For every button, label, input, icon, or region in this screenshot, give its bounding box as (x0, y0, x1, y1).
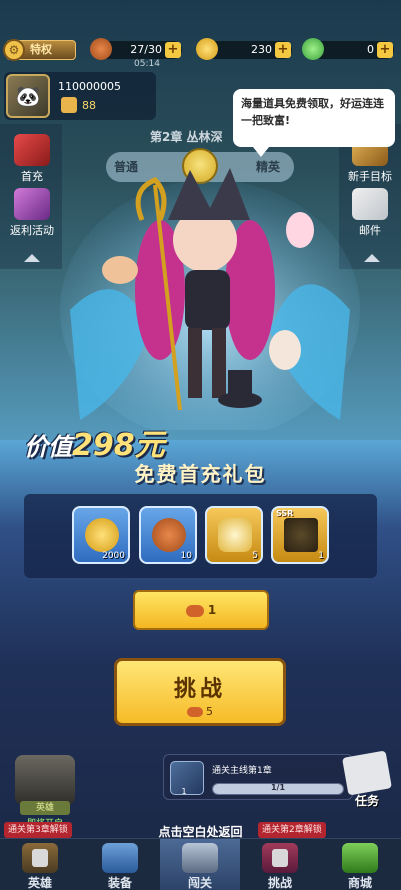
gift-box-icon (14, 134, 50, 166)
gem-counter: 0 + (302, 38, 394, 60)
hero-tag: 英雄 (20, 801, 70, 815)
reward-count: 2000 (102, 551, 125, 561)
jester-girl-illustration (60, 168, 360, 430)
side-item-label: 首充 (21, 170, 43, 183)
gem-icon (302, 38, 324, 60)
value-prefix: 价值 (24, 433, 72, 461)
add-gem-button[interactable]: + (377, 42, 393, 58)
hero-entry[interactable]: 英雄 即将开启 (6, 755, 84, 829)
task-button[interactable]: 任务 (338, 750, 396, 810)
bottom-nav: 英雄 装备 闯关 挑战 商城 (0, 838, 401, 890)
nav-equipment[interactable]: 装备 (80, 839, 160, 890)
coin-value: 230 (251, 43, 272, 56)
horned-helmet-icon (15, 755, 75, 805)
lock-icon (32, 849, 48, 867)
helmet-icon (218, 518, 252, 552)
gear-icon: ⚙ (3, 39, 25, 61)
vip-button[interactable]: ⚙ 特权 (3, 39, 76, 61)
top-bar: ⚙ 特权 27/30 + 230 + 0 + (0, 38, 401, 62)
nav-stage[interactable]: 闯关 (160, 839, 240, 890)
player-power: 88 (82, 99, 96, 112)
nav-label: 闯关 (187, 876, 212, 890)
vip-label: 特权 (30, 43, 52, 56)
main-quest-card[interactable]: 1 通关主线第1章 1/1 (163, 754, 353, 800)
power-icon (61, 97, 77, 113)
reward-count: 10 (180, 551, 192, 561)
side-item-first-recharge[interactable]: 首充 (2, 134, 62, 184)
claim-button[interactable]: 1 (133, 590, 269, 630)
stamina-value: 27/30 (130, 43, 162, 56)
nav-shop[interactable]: 商城 (320, 839, 400, 890)
collapse-left-icon[interactable] (24, 254, 40, 262)
stamina-counter: 27/30 + (90, 38, 182, 60)
nav-label: 装备 (107, 876, 132, 890)
claim-cost: 1 (207, 603, 217, 617)
ssr-card-icon (284, 518, 318, 552)
nav-hero[interactable]: 英雄 (0, 839, 80, 890)
side-item-label: 返利活动 (10, 224, 54, 237)
chapter-title: 第2章 丛林深 (150, 130, 223, 144)
coin-icon (85, 518, 119, 552)
meat-icon (152, 518, 186, 552)
gem-value: 0 (367, 43, 374, 56)
nav-label: 商城 (347, 876, 372, 890)
collapse-right-icon[interactable] (364, 254, 380, 262)
reward-panel: 2000 10 5 SSR 1 (24, 494, 377, 578)
reward-item-meat[interactable]: 10 (139, 506, 197, 564)
reward-item-helmet[interactable]: 5 (205, 506, 263, 564)
quest-status: 1 (181, 787, 187, 796)
side-item-label: 邮件 (359, 224, 381, 237)
lock-icon (272, 849, 288, 867)
add-coin-button[interactable]: + (275, 42, 291, 58)
quest-progress-bar: 1/1 (212, 783, 344, 795)
side-item-rebate[interactable]: 返利活动 (2, 188, 62, 238)
meat-icon (90, 38, 112, 60)
challenge-button[interactable]: 挑战 5 (114, 658, 286, 726)
player-id: 110000005 (58, 80, 121, 93)
treasure-chest-icon (14, 188, 50, 220)
reward-item-coin[interactable]: 2000 (72, 506, 130, 564)
challenge-label: 挑战 (173, 677, 226, 702)
coin-icon (196, 38, 218, 60)
coin-counter: 230 + (196, 38, 292, 60)
challenge-cost-value: 5 (206, 705, 213, 718)
challenge-cost: 5 (117, 705, 283, 718)
add-stamina-button[interactable]: + (165, 42, 181, 58)
meat-icon (185, 604, 204, 617)
reward-item-ssr-card[interactable]: SSR 1 (271, 506, 329, 564)
offer-title: 免费首充礼包 (134, 462, 267, 486)
crossed-swords-icon (182, 843, 218, 873)
nav-label: 挑战 (267, 876, 292, 890)
avatar[interactable]: 🐼 (6, 74, 50, 118)
shop-icon (342, 843, 378, 873)
quest-title: 通关主线第1章 (212, 766, 272, 776)
nav-challenge[interactable]: 挑战 (240, 839, 320, 890)
stamina-timer: 05:14 (134, 59, 160, 69)
task-scroll-icon (342, 750, 392, 796)
reward-count: 1 (318, 551, 324, 561)
reward-count: 5 (252, 551, 258, 561)
shield-icon (102, 843, 138, 873)
meat-icon (187, 707, 203, 717)
speech-bubble: 海量道具免费领取，好运连连一把致富! (233, 89, 395, 157)
task-label: 任务 (354, 794, 379, 808)
quest-progress-text: 1/1 (270, 783, 286, 792)
player-profile[interactable]: 🐼 110000005 88 (4, 72, 156, 120)
nav-label: 英雄 (27, 876, 52, 890)
ssr-badge: SSR (276, 509, 294, 518)
